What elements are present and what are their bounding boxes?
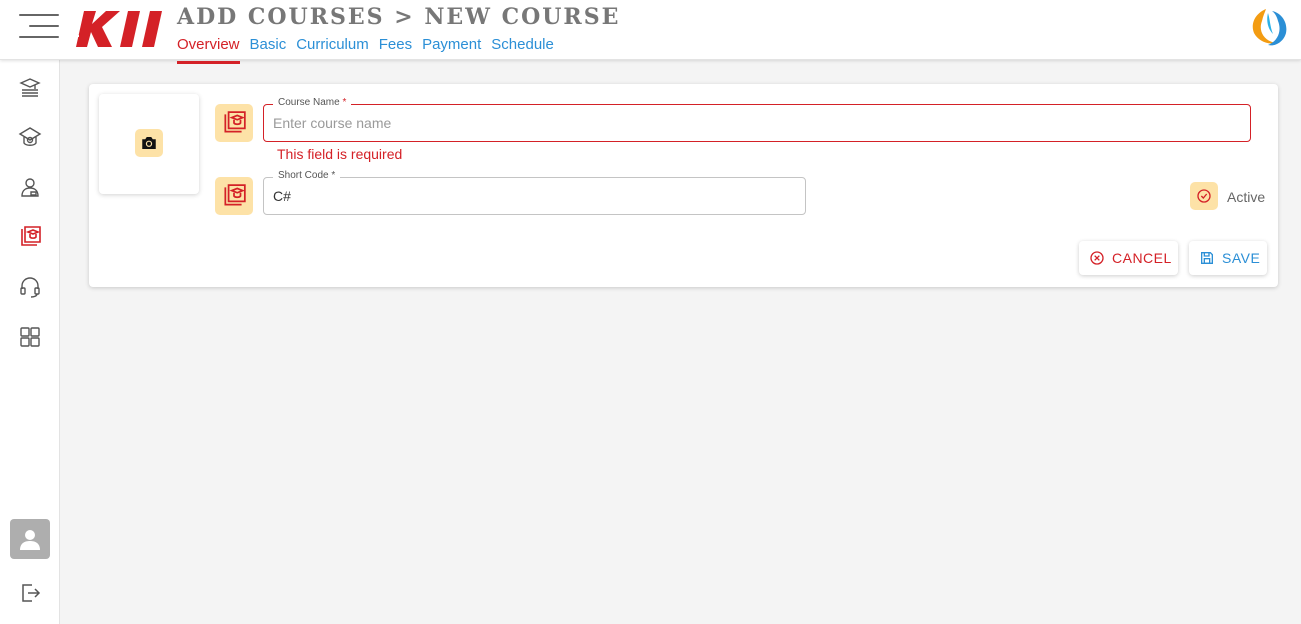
course-book-icon — [215, 177, 253, 215]
save-button[interactable]: SAVE — [1189, 241, 1267, 275]
floppy-disk-icon — [1201, 252, 1213, 264]
tab-schedule[interactable]: Schedule — [491, 36, 554, 62]
dashboard-grid-icon[interactable] — [18, 325, 42, 349]
check-circle-icon — [1197, 189, 1211, 203]
camera-icon — [135, 129, 163, 157]
course-book-icon[interactable] — [18, 225, 42, 249]
course-name-input[interactable] — [264, 105, 1250, 141]
cancel-button[interactable]: CANCEL — [1079, 241, 1178, 275]
menu-toggle-icon[interactable] — [17, 14, 59, 38]
tab-bar: Overview Basic Curriculum Fees Payment S… — [177, 36, 554, 64]
tab-overview[interactable]: Overview — [177, 36, 240, 64]
tab-payment[interactable]: Payment — [422, 36, 481, 62]
course-name-field: Course Name * — [263, 96, 1251, 142]
course-form-card: Course Name * This field is required Sho… — [89, 84, 1278, 287]
top-header: ADD COURSES > NEW COURSE Overview Basic … — [0, 0, 1301, 64]
courses-stack-icon[interactable] — [18, 75, 42, 99]
course-image-upload[interactable] — [99, 94, 199, 194]
tab-fees[interactable]: Fees — [379, 36, 412, 62]
page-title: ADD COURSES > NEW COURSE — [177, 4, 621, 30]
support-headset-icon[interactable] — [18, 275, 42, 299]
app-logo — [76, 11, 162, 47]
sidebar — [0, 60, 60, 624]
tab-basic[interactable]: Basic — [250, 36, 287, 62]
save-label: SAVE — [1222, 250, 1261, 266]
tab-curriculum[interactable]: Curriculum — [296, 36, 369, 62]
cancel-label: CANCEL — [1112, 250, 1172, 266]
course-book-icon — [215, 104, 253, 142]
short-code-input[interactable] — [264, 178, 805, 214]
short-code-field: Short Code * — [263, 169, 806, 215]
active-toggle[interactable] — [1190, 182, 1218, 210]
brand-logo — [1252, 9, 1287, 46]
course-name-error: This field is required — [277, 146, 403, 162]
students-icon[interactable] — [18, 175, 42, 199]
institute-icon[interactable] — [18, 125, 42, 149]
logout-icon[interactable] — [18, 581, 42, 605]
user-avatar-icon[interactable] — [10, 519, 50, 559]
active-label: Active — [1227, 189, 1266, 205]
cancel-circle-icon — [1090, 251, 1104, 265]
